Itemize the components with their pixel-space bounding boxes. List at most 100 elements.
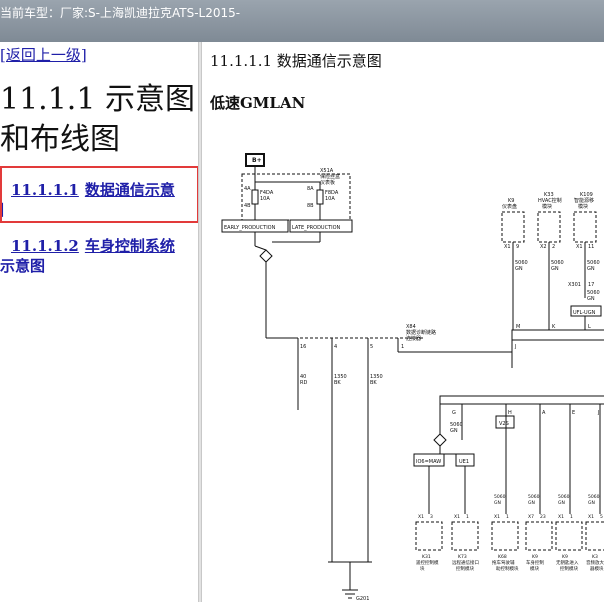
bus-splice-diamond <box>433 433 447 447</box>
bus1-label-l: L <box>588 324 591 330</box>
bottom-module-4-name1: 车身控制 <box>526 559 544 566</box>
bottom-module-5-color: GN <box>558 500 565 506</box>
module-k3 <box>585 521 604 551</box>
top-module-1-conn: X1 <box>504 244 511 250</box>
fuse-block-name-2: 仪表板 <box>320 179 335 186</box>
variant-early-label: EARLY_PRODUCTION <box>224 225 276 231</box>
inline-conn-color: GN <box>587 296 595 302</box>
top-module-3-color: GN <box>587 266 595 272</box>
toc-item-title-cont: 示意图 <box>0 257 46 275</box>
bottom-module-5-name2: 控制模块 <box>560 565 578 572</box>
bottom-module-6-color: GN <box>588 500 595 506</box>
diag-pin-4: 4 <box>334 344 337 350</box>
bus2-label-j: J <box>597 410 599 416</box>
bottom-module-4-wire: 5060 <box>528 494 540 500</box>
bottom-module-3-name2: 助控制模块 <box>496 565 519 572</box>
inline-conn-pin: 17 <box>588 282 594 288</box>
top-module-3-conn: X1 <box>576 244 583 250</box>
bus1-label-k: K <box>552 324 556 330</box>
bottom-module-4-color: GN <box>528 500 535 506</box>
variant-late-label: LATE_PRODUCTION <box>292 225 341 231</box>
back-link[interactable]: [返回上一级] <box>0 44 87 65</box>
bus2-label-h: H <box>508 410 512 416</box>
toc-item-title-cont: 图 <box>0 200 4 220</box>
fuse1-pin-top: 4A <box>244 186 251 192</box>
toc-item-body-control[interactable]: 11.1.1.2 车身控制系统 示意图 <box>0 236 196 276</box>
fuse-block-name-1: 保险丝盒 <box>320 173 340 180</box>
bottom-module-4-name2: 模块 <box>530 565 539 572</box>
bottom-module-6-pin: 5 <box>600 514 603 520</box>
module-k68 <box>491 521 519 551</box>
fuse2-pin-top: 8A <box>307 186 314 192</box>
module-k33 <box>537 211 561 243</box>
bottom-module-5-ref: K9 <box>562 554 568 560</box>
ground-ref: G201 <box>356 596 369 602</box>
bottom-module-2-name1: 远程通信接口 <box>452 559 479 566</box>
top-module-2-color: GN <box>551 266 559 272</box>
top-module-2-conn: X2 <box>540 244 547 250</box>
bottom-module-2-name2: 控制模块 <box>456 565 474 572</box>
bottom-module-5-wire: 5060 <box>558 494 570 500</box>
bottom-module-6-wire: 5060 <box>588 494 600 500</box>
section-heading: 11.1.1 示意图 和布线图 <box>0 80 195 160</box>
bottom-module-2-pin: 1 <box>466 514 469 520</box>
module-k31 <box>415 521 443 551</box>
bottom-module-1-conn: X1 <box>418 514 424 520</box>
bottom-module-1-pin: 3 <box>430 514 433 520</box>
bottom-module-6-name1: 音频放大 <box>586 559 604 566</box>
fuse-f8da <box>316 189 324 205</box>
fuse-f4da <box>251 189 259 205</box>
fuse1-pin-bottom: 4B <box>244 203 251 209</box>
diagnostic-connector-name-2: 连接器 <box>406 335 421 342</box>
bus1-label-m: M <box>516 324 520 330</box>
bus-bar-upper <box>511 329 604 341</box>
toc-item-data-communication[interactable]: 11.1.1.1 数据通信示意 图 <box>0 180 196 220</box>
module-k109 <box>573 211 597 243</box>
bus2-label-g: G <box>452 410 456 416</box>
inline-conn-ref: X301 <box>568 282 581 288</box>
option-ue1-label: UE1 <box>459 459 469 465</box>
diag-pin-1: 1 <box>401 344 404 350</box>
diag-color-4: BK <box>334 380 341 386</box>
wiring-diagram: B+ X51A 保险丝盒 仪表板 4A 4B F4DA 10A 8A 8B F8… <box>221 153 604 602</box>
option-io6-label: IO6=MAW <box>416 459 441 465</box>
bottom-module-3-color: GN <box>494 500 501 506</box>
bottom-module-3-conn: X1 <box>494 514 500 520</box>
module-k9-keyless <box>555 521 583 551</box>
toc-item-number: 11.1.1.2 <box>11 237 79 255</box>
bottom-module-3-ref: K68 <box>498 554 507 560</box>
bottom-module-3-pin: 1 <box>506 514 509 520</box>
bottom-module-1-ref: K31 <box>422 554 431 560</box>
bottom-module-1-name1: 遥控控制模 <box>416 559 439 566</box>
bottom-module-5-conn: X1 <box>558 514 564 520</box>
variant-ufl-label: UFL-UGN <box>573 310 596 316</box>
module-k9-top <box>501 211 525 243</box>
fuse1-amp: 10A <box>260 196 270 202</box>
bus2-label-a: A <box>542 410 546 416</box>
top-module-1-color: GN <box>515 266 523 272</box>
bottom-module-5-name1: 无钥匙进入 <box>556 559 579 566</box>
fuse2-pin-bottom: 8B <box>307 203 314 209</box>
toc-panel: [返回上一级] 11.1.1 示意图 和布线图 11.1.1.1 数据通信示意 图… <box>0 42 198 602</box>
top-module-1-pin: 9 <box>516 244 519 250</box>
section-heading-line-1: 11.1.1 示意图 <box>0 82 195 117</box>
top-module-3-name1: 智能源移 <box>574 197 594 204</box>
diag-pin-16: 16 <box>300 344 306 350</box>
fuse2-amp: 10A <box>325 196 335 202</box>
bottom-module-5-pin: 1 <box>570 514 573 520</box>
bus2-label-e: E <box>572 410 575 416</box>
bottom-module-4-conn: X7 <box>528 514 534 520</box>
splice-diamond <box>259 249 273 263</box>
bus2-color: GN <box>450 428 458 434</box>
bottom-module-6-ref: K3 <box>592 554 598 560</box>
toc-item-title: 车身控制系统 <box>84 237 175 255</box>
diag-color-5: BK <box>370 380 377 386</box>
bottom-module-1-name2: 块 <box>420 565 425 572</box>
current-model-value: 厂家:S-上海凯迪拉克ATS-L2015- <box>60 6 241 20</box>
bottom-module-2-ref: K73 <box>458 554 467 560</box>
top-module-2-name1: HVAC控制 <box>538 197 562 204</box>
module-k73 <box>451 521 479 551</box>
top-module-3-pin: 11 <box>588 244 594 250</box>
toc-item-title: 数据通信示意 <box>84 181 175 199</box>
option-v2s-label: V2S <box>499 421 509 427</box>
